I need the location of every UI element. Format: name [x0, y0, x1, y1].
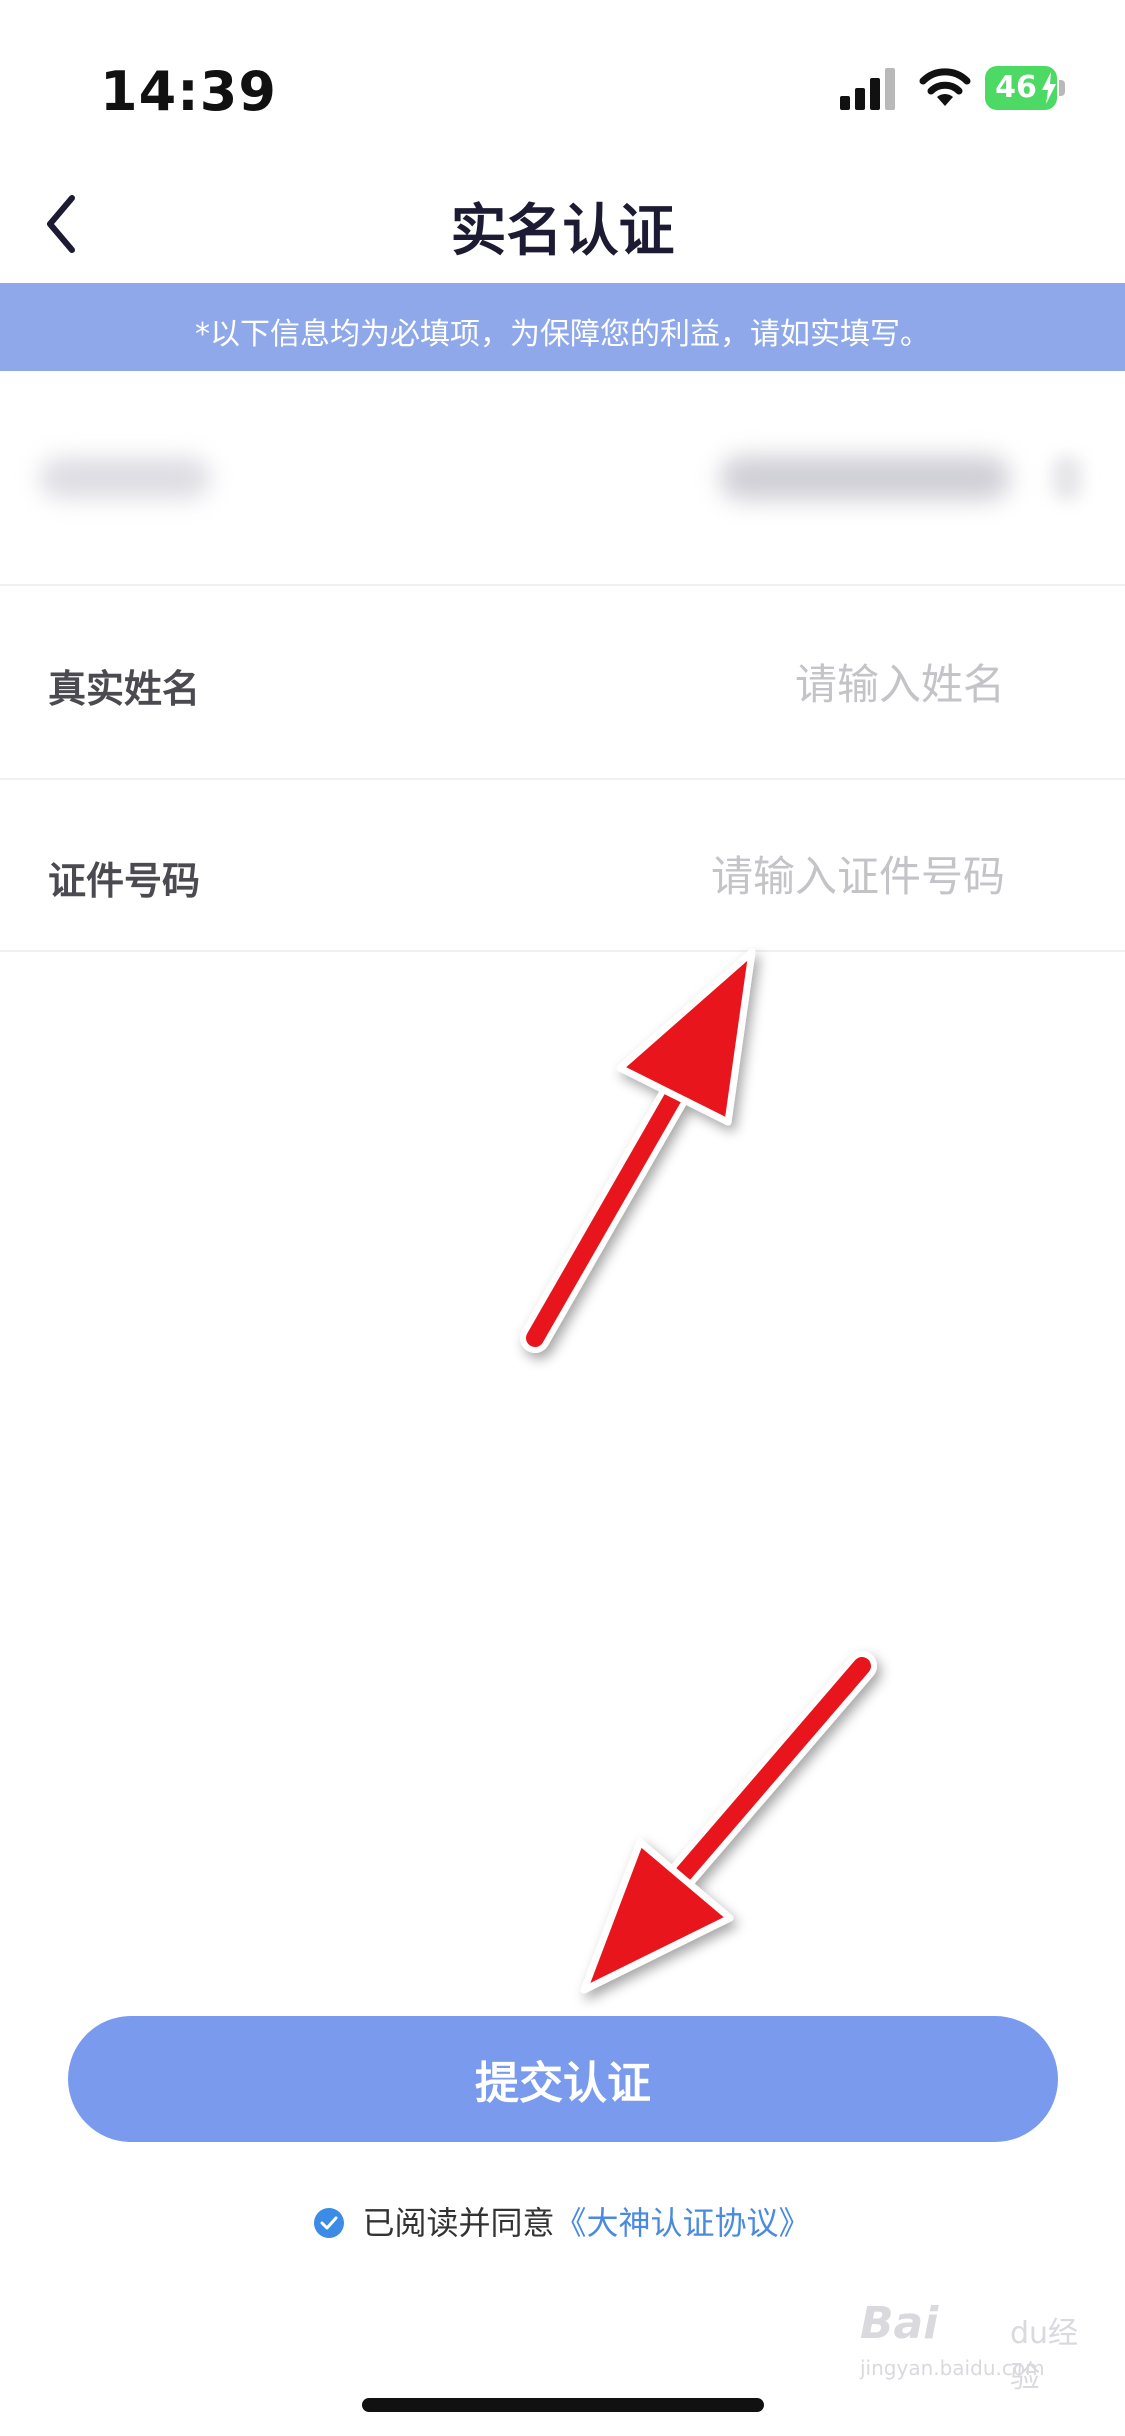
wifi-icon	[919, 68, 971, 106]
real-name-row: 真实姓名	[0, 586, 1125, 780]
agreement-checkbox-icon[interactable]	[314, 2208, 345, 2238]
redacted-info-row[interactable]	[0, 372, 1125, 586]
status-time: 14:39	[100, 60, 277, 123]
required-notice-banner: *以下信息均为必填项，为保障您的利益，请如实填写。	[0, 283, 1125, 371]
redacted-value	[720, 456, 1010, 500]
chevron-right-icon	[1052, 456, 1082, 500]
arrow-down-left-icon	[580, 1651, 877, 1994]
watermark-brand: Bai	[860, 2298, 939, 2349]
id-number-row: 证件号码	[0, 780, 1125, 952]
battery-level: 46	[995, 70, 1037, 105]
battery-icon: 46	[985, 66, 1065, 110]
charging-bolt-icon	[1042, 72, 1056, 104]
submit-verification-button[interactable]: 提交认证	[68, 2016, 1058, 2142]
id-number-label: 证件号码	[48, 859, 201, 903]
watermark-site: jingyan.baidu.com	[860, 2356, 1045, 2380]
agreement-row: 已阅读并同意《大神认证协议》	[0, 2198, 1125, 2250]
agreement-link[interactable]: 《大神认证协议》	[555, 2204, 811, 2242]
baidu-watermark: Bai du经验 jingyan.baidu.com	[860, 2290, 1080, 2395]
real-name-input[interactable]	[485, 654, 1005, 714]
id-number-input[interactable]	[485, 846, 1005, 906]
real-name-label: 真实姓名	[48, 667, 201, 711]
page-title: 实名认证	[450, 199, 675, 264]
redacted-label	[40, 458, 210, 498]
arrow-up-right-icon	[520, 948, 756, 1353]
home-indicator[interactable]	[362, 2398, 764, 2412]
watermark-suffix: du经验	[1010, 2316, 1079, 2395]
agreement-prefix: 已阅读并同意	[362, 2204, 555, 2242]
notice-text: *以下信息均为必填项，为保障您的利益，请如实填写。	[195, 317, 930, 352]
cellular-signal-icon	[840, 68, 895, 110]
